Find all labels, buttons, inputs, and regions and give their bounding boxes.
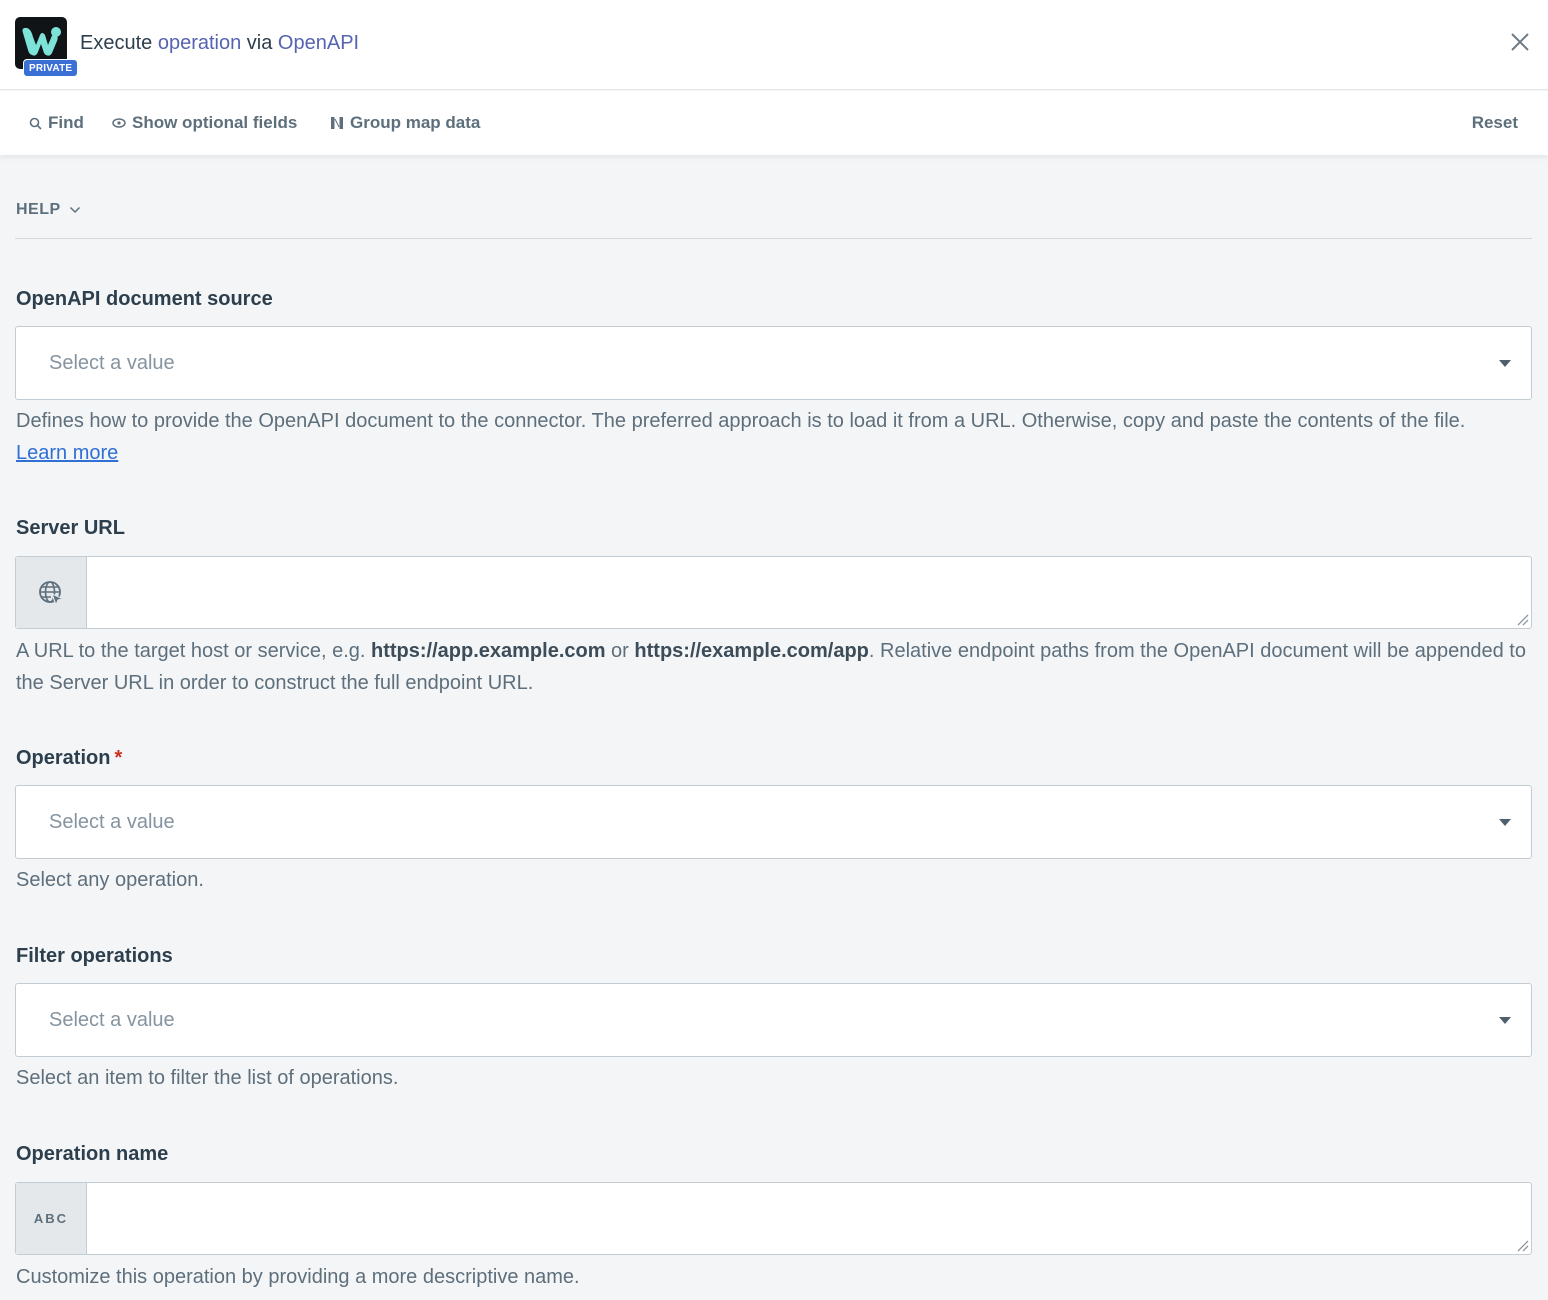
example-url-2: https://example.com/app (634, 640, 869, 662)
find-button[interactable]: Find (29, 111, 84, 135)
openapi-source-select[interactable]: Select a value (15, 326, 1532, 400)
reset-button[interactable]: Reset (1472, 111, 1518, 135)
group-map-data-button[interactable]: Group map data (330, 111, 480, 135)
filter-operations-placeholder: Select a value (49, 1009, 175, 1031)
help-divider (15, 238, 1532, 239)
title-app: OpenAPI (277, 32, 360, 54)
required-asterisk: * (114, 747, 123, 769)
example-url-1: https://app.example.com (371, 640, 606, 662)
server-url-field (15, 556, 1532, 629)
caret-down-icon (1499, 360, 1511, 367)
title-middle: via (241, 32, 278, 54)
operation-select[interactable]: Select a value (15, 785, 1532, 859)
operation-name-label: Operation name (16, 1143, 169, 1165)
private-badge: PRIVATE (23, 59, 79, 77)
resize-handle-icon[interactable] (1515, 612, 1529, 626)
server-url-label: Server URL (16, 517, 125, 539)
search-icon (29, 117, 42, 130)
title-prefix: Execute (80, 32, 158, 54)
page-title: Execute operation via OpenAPI (80, 30, 359, 56)
filter-operations-label: Filter operations (16, 945, 173, 967)
help-toggle[interactable]: HELP (16, 201, 81, 219)
filter-operations-select[interactable]: Select a value (15, 983, 1532, 1057)
eye-icon (112, 118, 126, 128)
group-map-icon (331, 117, 343, 129)
caret-down-icon (1499, 1017, 1511, 1024)
title-action: operation (157, 32, 242, 54)
openapi-source-placeholder: Select a value (49, 352, 175, 374)
chevron-down-icon (69, 206, 80, 214)
operation-hint: Select any operation. (16, 869, 204, 891)
openapi-source-hint: Defines how to provide the OpenAPI docum… (16, 405, 1536, 469)
close-icon (1511, 33, 1529, 51)
show-optional-fields-button[interactable]: Show optional fields (112, 111, 297, 135)
operation-placeholder: Select a value (49, 811, 175, 833)
hint-text: A URL to the target host or service, e.g… (16, 640, 371, 662)
show-optional-label: Show optional fields (132, 113, 298, 132)
learn-more-link[interactable]: Learn more (16, 442, 118, 464)
find-label: Find (48, 113, 84, 132)
server-url-input[interactable] (88, 557, 1531, 628)
workato-logo-icon (22, 27, 61, 56)
openapi-source-hint-text: Defines how to provide the OpenAPI docum… (16, 410, 1466, 432)
toolbar: Find Show optional fields Group map data… (0, 91, 1548, 155)
close-button[interactable] (1508, 30, 1532, 54)
operation-name-hint: Customize this operation by providing a … (16, 1266, 580, 1288)
server-url-prefix (16, 557, 87, 628)
operation-label-text: Operation (16, 747, 111, 769)
modal-header: PRIVATE Execute operation via OpenAPI (0, 0, 1548, 90)
globe-cursor-icon (39, 580, 65, 607)
operation-name-input[interactable] (88, 1183, 1531, 1254)
server-url-hint: A URL to the target host or service, e.g… (16, 635, 1536, 699)
help-label: HELP (16, 201, 61, 218)
operation-label: Operation * (16, 745, 122, 771)
text-type-icon: ABC (33, 1211, 69, 1226)
operation-name-prefix: ABC (16, 1183, 87, 1254)
operation-name-field: ABC (15, 1182, 1532, 1255)
resize-handle-icon[interactable] (1515, 1238, 1529, 1252)
openapi-source-label: OpenAPI document source (16, 288, 273, 310)
hint-text: or (605, 640, 635, 662)
group-map-label: Group map data (350, 113, 481, 132)
caret-down-icon (1499, 819, 1511, 826)
filter-operations-hint: Select an item to filter the list of ope… (16, 1067, 399, 1089)
